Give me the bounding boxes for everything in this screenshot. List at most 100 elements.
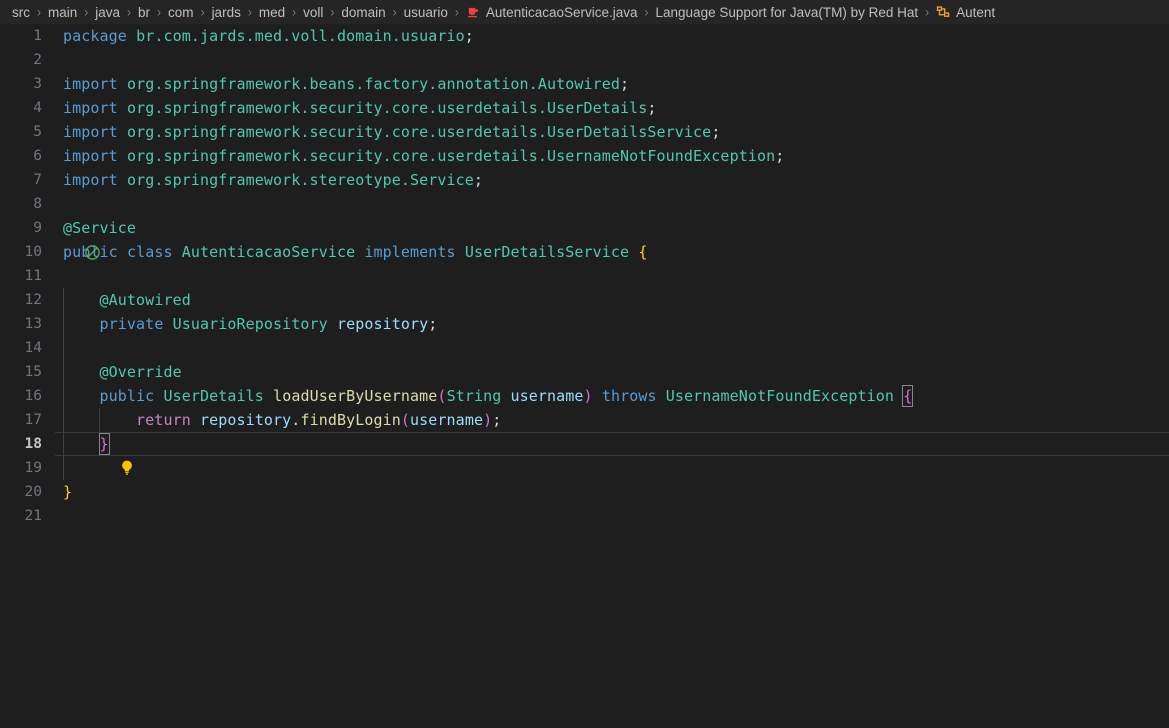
editor-line[interactable]: 21: [0, 504, 1169, 528]
editor-line[interactable]: 14: [0, 336, 1169, 360]
editor-line[interactable]: 2: [0, 48, 1169, 72]
indent-guide: [63, 408, 64, 432]
editor-line[interactable]: 11: [0, 264, 1169, 288]
breadcrumb-item-jards[interactable]: jards: [210, 1, 243, 23]
token-close-brace: }: [63, 483, 73, 501]
java-file-icon: [466, 5, 481, 20]
breadcrumb-item-symbol-class[interactable]: Autent: [934, 1, 997, 23]
breadcrumb-item-med[interactable]: med: [257, 1, 287, 23]
editor-line[interactable]: 17 return repository.findByLogin(usernam…: [0, 408, 1169, 432]
breadcrumb-separator: ›: [330, 3, 335, 21]
token-keyword: package: [63, 27, 127, 45]
editor-line[interactable]: 1 package br.com.jards.med.voll.domain.u…: [0, 24, 1169, 48]
breadcrumb-item-main[interactable]: main: [46, 1, 79, 23]
token-package: org.springframework.security.core.userde…: [126, 99, 547, 117]
line-content[interactable]: private UsuarioRepository repository;: [55, 312, 1169, 336]
token-keyword-public: public: [63, 243, 118, 261]
breadcrumb-label: usuario: [403, 4, 448, 20]
editor-line[interactable]: 13 private UsuarioRepository repository;: [0, 312, 1169, 336]
line-number: 12: [24, 292, 42, 308]
breadcrumb-label: AutenticacaoService.java: [485, 4, 638, 20]
line-content[interactable]: [55, 336, 1169, 360]
token-semicolon: ;: [620, 75, 630, 93]
token-keyword-class: class: [126, 243, 173, 261]
editor-line[interactable]: 19: [0, 456, 1169, 480]
line-content[interactable]: @Override: [55, 360, 1169, 384]
token-type: UserDetails: [546, 99, 648, 117]
breadcrumb-label: domain: [341, 4, 386, 20]
line-number: 14: [24, 340, 42, 356]
breadcrumb-item-com[interactable]: com: [166, 1, 196, 23]
line-number: 3: [33, 76, 42, 92]
token-annotation: @Autowired: [99, 291, 191, 309]
breadcrumb-separator: ›: [157, 3, 162, 21]
line-content[interactable]: [55, 264, 1169, 288]
line-content[interactable]: import org.springframework.beans.factory…: [55, 72, 1169, 96]
line-content[interactable]: @Service: [55, 216, 1169, 240]
token-type: UsernameNotFoundException: [546, 147, 776, 165]
indent-guide: [63, 432, 64, 456]
token-semicolon: ;: [711, 123, 721, 141]
line-number: 10: [24, 244, 42, 260]
token-type: UsuarioRepository: [172, 315, 328, 333]
line-content[interactable]: return repository.findByLogin(username);: [55, 408, 1169, 432]
token-method-name: loadUserByUsername: [273, 387, 438, 405]
line-content[interactable]: @Autowired: [55, 288, 1169, 312]
breadcrumb-item-br[interactable]: br: [136, 1, 152, 23]
editor-line[interactable]: 15 @Override: [0, 360, 1169, 384]
breadcrumb-item-file[interactable]: AutenticacaoService.java: [464, 1, 640, 23]
token-keyword: import: [63, 99, 118, 117]
breadcrumb: src › main › java › br › com › jards › m…: [0, 0, 1169, 24]
editor-line[interactable]: 5 import org.springframework.security.co…: [0, 120, 1169, 144]
breadcrumb-item-java[interactable]: java: [93, 1, 122, 23]
line-content[interactable]: }: [55, 432, 1169, 456]
breadcrumb-item-usuario[interactable]: usuario: [402, 1, 450, 23]
breadcrumb-item-domain[interactable]: domain: [339, 1, 387, 23]
editor-line[interactable]: 7 import org.springframework.stereotype.…: [0, 168, 1169, 192]
token-package: org.springframework.security.core.userde…: [126, 147, 547, 165]
breadcrumb-label: jards: [211, 4, 241, 20]
token-variable: repository: [199, 411, 292, 429]
breadcrumb-separator: ›: [127, 3, 132, 21]
line-content[interactable]: public class AutenticacaoService impleme…: [55, 240, 1169, 264]
line-content[interactable]: public UserDetails loadUserByUsername(St…: [55, 384, 1169, 408]
line-number-active: 18: [24, 436, 42, 452]
line-content[interactable]: }: [55, 480, 1169, 504]
line-content[interactable]: import org.springframework.security.core…: [55, 120, 1169, 144]
line-number: 2: [33, 52, 42, 68]
editor-line[interactable]: 10 public class AutenticacaoService impl…: [0, 240, 1169, 264]
line-content[interactable]: [55, 504, 1169, 528]
breadcrumb-item-language-support[interactable]: Language Support for Java(TM) by Red Hat: [654, 1, 921, 23]
token-open-paren: (: [400, 411, 411, 429]
editor-line[interactable]: 3 import org.springframework.beans.facto…: [0, 72, 1169, 96]
line-number: 19: [24, 460, 42, 476]
editor-line[interactable]: 16 public UserDetails loadUserByUsername…: [0, 384, 1169, 408]
breadcrumb-item-src[interactable]: src: [10, 1, 32, 23]
line-content[interactable]: import org.springframework.stereotype.Se…: [55, 168, 1169, 192]
line-content[interactable]: [55, 48, 1169, 72]
token-keyword-implements: implements: [364, 243, 456, 261]
breadcrumb-label: com: [168, 4, 194, 20]
editor-line[interactable]: 12 @Autowired: [0, 288, 1169, 312]
breadcrumb-separator: ›: [454, 3, 459, 21]
code-editor[interactable]: 1 package br.com.jards.med.voll.domain.u…: [0, 24, 1169, 728]
breadcrumb-item-voll[interactable]: voll: [301, 1, 325, 23]
editor-line[interactable]: 6 import org.springframework.security.co…: [0, 144, 1169, 168]
token-param-type: String: [446, 387, 502, 405]
line-content[interactable]: package br.com.jards.med.voll.domain.usu…: [55, 24, 1169, 48]
line-content[interactable]: import org.springframework.security.core…: [55, 96, 1169, 120]
editor-line[interactable]: 20 }: [0, 480, 1169, 504]
breadcrumb-label: main: [48, 4, 78, 20]
editor-line[interactable]: 8: [0, 192, 1169, 216]
editor-line-active[interactable]: 18 }: [0, 432, 1169, 475]
line-number: 21: [24, 508, 42, 524]
token-return-type: UserDetails: [163, 387, 264, 405]
editor-line[interactable]: 9 @Service: [0, 216, 1169, 260]
token-package: org.springframework.security.core.userde…: [126, 123, 547, 141]
editor-line[interactable]: 4 import org.springframework.security.co…: [0, 96, 1169, 120]
line-content[interactable]: [55, 456, 1169, 480]
token-keyword-return: return: [136, 411, 191, 429]
line-content[interactable]: import org.springframework.security.core…: [55, 144, 1169, 168]
line-content[interactable]: [55, 192, 1169, 216]
token-exception-type: UsernameNotFoundException: [665, 387, 895, 405]
